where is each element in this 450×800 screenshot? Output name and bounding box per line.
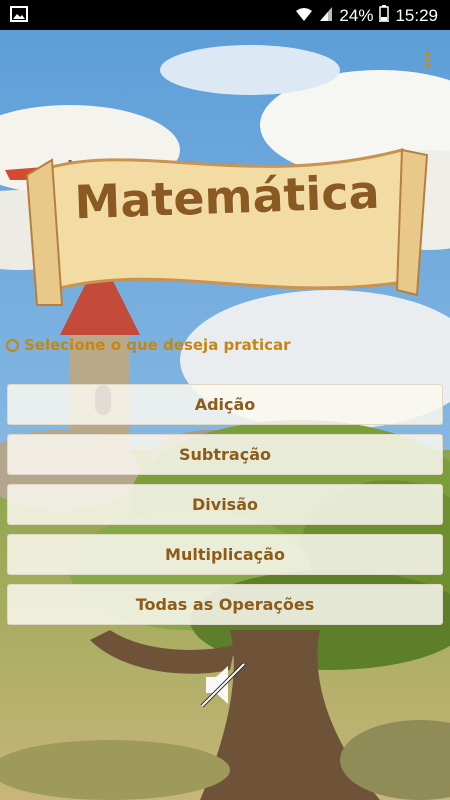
battery-icon [379, 5, 390, 27]
clock: 15:29 [395, 6, 438, 25]
progress-spinner-icon [6, 338, 19, 352]
wifi-icon [295, 6, 313, 27]
addition-button[interactable]: Adição [7, 384, 443, 425]
division-button[interactable]: Divisão [7, 484, 443, 525]
image-icon [10, 6, 28, 27]
more-vert-icon[interactable] [422, 52, 434, 70]
volume-off-icon[interactable] [196, 660, 252, 710]
hint-text: Selecione o que deseja praticar [24, 336, 291, 354]
title-banner: Matemática [22, 130, 432, 330]
operation-options: Adição Subtração Divisão Multiplicação T… [7, 384, 443, 634]
hint: Selecione o que deseja praticar [6, 336, 291, 354]
scroll-banner-illustration [25, 148, 429, 306]
multiplication-button[interactable]: Multiplicação [7, 534, 443, 575]
subtraction-button[interactable]: Subtração [7, 434, 443, 475]
battery-percent: 24% [339, 6, 374, 25]
status-bar: 24% 15:29 [0, 0, 450, 30]
all-operations-button[interactable]: Todas as Operações [7, 584, 443, 625]
signal-icon [319, 6, 333, 27]
